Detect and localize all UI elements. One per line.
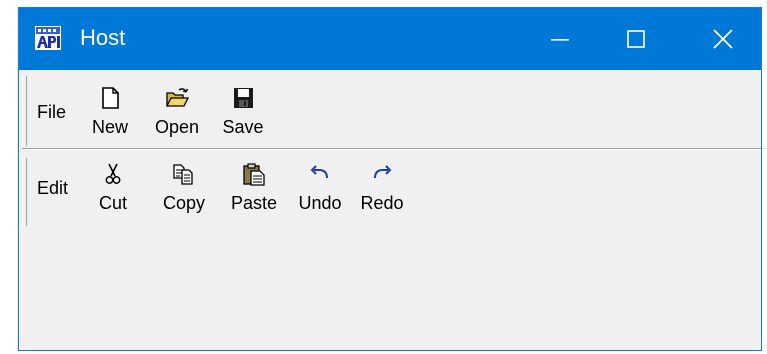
save-disk-icon — [231, 86, 255, 110]
toolbar-grip[interactable] — [22, 76, 27, 146]
minimize-button[interactable] — [522, 8, 598, 70]
undo-label: Undo — [298, 193, 342, 213]
undo-icon — [308, 162, 332, 186]
paste-icon — [242, 162, 266, 186]
save-label: Save — [222, 117, 264, 137]
open-label: Open — [154, 117, 200, 137]
edit-toolbar: Edit Cut Copy Paste Undo Redo — [19, 150, 761, 230]
maximize-button[interactable] — [598, 8, 674, 70]
copy-button[interactable]: Copy — [155, 156, 213, 224]
window-title: Host — [80, 25, 126, 50]
cut-label: Cut — [98, 193, 127, 213]
open-folder-icon — [165, 86, 189, 110]
client-area — [19, 230, 761, 350]
open-button[interactable]: Open — [149, 80, 205, 148]
paste-button[interactable]: Paste — [223, 156, 285, 224]
paste-label: Paste — [230, 193, 278, 213]
close-icon — [713, 29, 733, 49]
new-document-icon — [98, 86, 122, 110]
file-toolbar: File New Open Save — [19, 70, 761, 150]
file-band-label: File — [37, 102, 67, 122]
edit-band-label: Edit — [37, 178, 69, 198]
redo-icon — [370, 162, 394, 186]
title-bar[interactable]: Host — [19, 8, 761, 70]
maximize-icon — [627, 30, 645, 48]
new-button[interactable]: New — [85, 80, 135, 148]
scissors-icon — [101, 162, 125, 186]
toolbar-grip[interactable] — [22, 158, 27, 226]
host-window: Host File New Open Save Edit Cut Copy Pa… — [19, 8, 761, 350]
redo-button[interactable]: Redo — [355, 156, 409, 224]
copy-icon — [172, 162, 196, 186]
new-label: New — [91, 117, 128, 137]
save-button[interactable]: Save — [215, 80, 271, 148]
undo-button[interactable]: Undo — [291, 156, 349, 224]
minimize-icon — [551, 30, 569, 48]
api-logo-icon[interactable] — [35, 26, 61, 50]
redo-label: Redo — [360, 193, 404, 213]
cut-button[interactable]: Cut — [91, 156, 135, 224]
screen: Host File New Open Save Edit Cut Copy Pa… — [0, 0, 767, 354]
close-button[interactable] — [685, 8, 761, 70]
copy-label: Copy — [162, 193, 206, 213]
